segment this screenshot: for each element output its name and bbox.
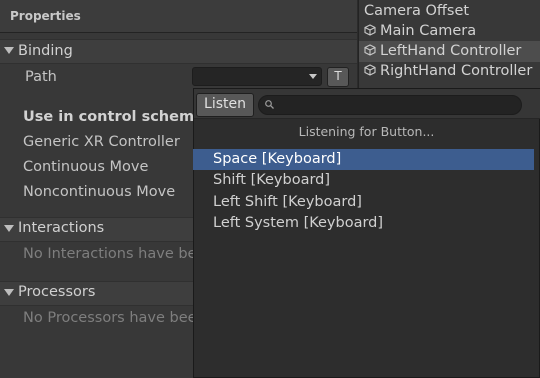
hierarchy-item-main-camera[interactable]: Main Camera xyxy=(364,21,476,41)
path-dropdown[interactable] xyxy=(192,67,322,86)
scheme-noncontinuous-move[interactable]: Noncontinuous Move xyxy=(23,184,175,200)
hierarchy-item-label: LeftHand Controller xyxy=(380,43,522,59)
foldout-arrow-icon[interactable] xyxy=(4,225,14,232)
search-icon xyxy=(265,100,274,109)
gameobject-cube-icon xyxy=(364,64,376,76)
processors-section-label: Processors xyxy=(18,284,96,300)
path-label: Path xyxy=(25,69,57,85)
hierarchy-item-label: Camera Offset xyxy=(364,3,470,19)
binding-section-label: Binding xyxy=(18,43,73,59)
hierarchy-item-lefthand-controller[interactable]: LeftHand Controller xyxy=(364,41,521,61)
processors-empty-text: No Processors have bee xyxy=(23,310,197,326)
scheme-generic-xr-controller[interactable]: Generic XR Controller xyxy=(23,134,180,150)
listen-button[interactable]: Listen xyxy=(196,93,254,117)
list-item-space-keyboard[interactable]: Space [Keyboard] xyxy=(193,149,534,170)
list-item-shift-keyboard[interactable]: Shift [Keyboard] xyxy=(193,170,534,191)
interactions-empty-text: No Interactions have bee xyxy=(23,246,206,262)
list-item-left-shift-keyboard[interactable]: Left Shift [Keyboard] xyxy=(193,192,534,213)
control-scheme-header: Use in control scheme xyxy=(23,109,204,125)
interactions-section-label: Interactions xyxy=(18,220,105,236)
foldout-arrow-icon[interactable] xyxy=(4,289,14,296)
hierarchy-item-label: Main Camera xyxy=(380,23,477,39)
listening-status: Listening for Button... xyxy=(298,124,435,139)
gameobject-cube-icon xyxy=(364,24,376,36)
dropdown-arrow-icon xyxy=(309,74,317,79)
hierarchy-item-righthand-controller[interactable]: RightHand Controller xyxy=(364,61,532,81)
foldout-arrow-icon[interactable] xyxy=(4,47,14,54)
scheme-continuous-move[interactable]: Continuous Move xyxy=(23,159,148,175)
list-item-left-system-keyboard[interactable]: Left System [Keyboard] xyxy=(193,213,534,234)
gameobject-cube-icon xyxy=(364,44,376,56)
hierarchy-item-label: RightHand Controller xyxy=(380,63,533,79)
text-mode-button[interactable]: T xyxy=(327,67,349,87)
properties-title: Properties xyxy=(10,9,81,23)
search-input[interactable] xyxy=(258,95,522,115)
hierarchy-item-camera-offset[interactable]: Camera Offset xyxy=(364,1,469,21)
